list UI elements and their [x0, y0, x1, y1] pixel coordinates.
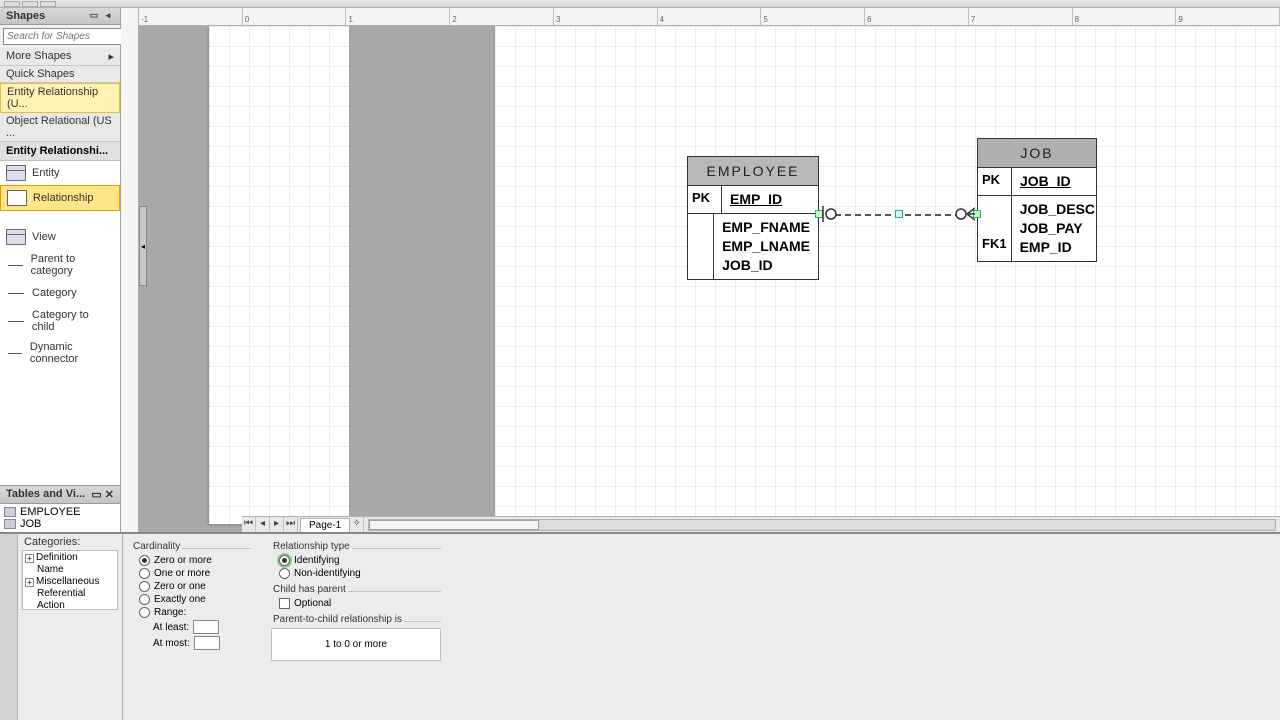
- entity-title: JOB: [978, 139, 1096, 168]
- relationship-summary: 1 to 0 or more: [271, 628, 441, 661]
- pk-label: PK: [688, 186, 722, 213]
- tab-nav-first[interactable]: ⏮: [242, 517, 256, 532]
- qat-button[interactable]: [40, 1, 56, 7]
- relationship-type-group: Relationship type Identifying Non-identi…: [271, 540, 441, 579]
- title-bar: [0, 0, 1280, 8]
- table-row[interactable]: EMPLOYEE: [4, 506, 116, 518]
- page-tab[interactable]: Page-1: [300, 518, 350, 532]
- qat-button[interactable]: [4, 1, 20, 7]
- child-parent-group: Child has parent Optional: [271, 583, 441, 609]
- tables-title: Tables and Vi...: [6, 488, 85, 501]
- tables-list: EMPLOYEE JOB: [0, 504, 120, 532]
- properties-panel: Categories: +Definition Name +Miscellane…: [0, 532, 1280, 720]
- category-icon: [6, 285, 26, 301]
- shape-entity[interactable]: Entity: [0, 161, 120, 185]
- quick-shapes-link[interactable]: Quick Shapes: [0, 66, 120, 83]
- tree-toggle-icon[interactable]: +: [25, 554, 34, 563]
- radio-one-or-more[interactable]: One or more: [139, 568, 251, 579]
- cardinality-many-icon: [955, 206, 975, 222]
- attr: JOB_DESC: [1020, 200, 1095, 219]
- relationship-icon: [7, 190, 27, 206]
- radio-range[interactable]: Range:: [139, 607, 251, 618]
- stencil-er[interactable]: Entity Relationship (U...: [0, 83, 120, 113]
- vertical-ruler: [121, 8, 139, 532]
- tab-nav-prev[interactable]: ◂: [256, 517, 270, 532]
- pk-attr: EMP_ID: [730, 191, 782, 207]
- tree-toggle-icon[interactable]: +: [25, 578, 34, 587]
- connector-icon: [6, 313, 26, 329]
- chevron-right-icon: ▸: [108, 50, 114, 63]
- radio-non-identifying[interactable]: Non-identifying: [279, 568, 441, 579]
- shape-dynamic-connector[interactable]: Dynamic connector: [0, 337, 120, 369]
- categories-label: Categories:: [22, 536, 118, 550]
- chevron-left-icon[interactable]: ◂: [102, 10, 114, 22]
- shape-parent-category[interactable]: Parent to category: [0, 249, 120, 281]
- cardinality-one-icon: [821, 206, 837, 222]
- shape-relationship[interactable]: Relationship: [0, 185, 120, 211]
- connector-icon: [6, 257, 25, 273]
- panel-toggle[interactable]: [0, 534, 18, 720]
- table-icon: [4, 507, 16, 517]
- splitter-handle[interactable]: ◂: [139, 206, 147, 286]
- attr: EMP_ID: [1020, 238, 1095, 257]
- radio-zero-or-one[interactable]: Zero or one: [139, 581, 251, 592]
- stencil-active-title: Entity Relationshi...: [0, 142, 120, 161]
- tab-nav-next[interactable]: ▸: [270, 517, 284, 532]
- close-icon[interactable]: ✕: [105, 489, 114, 501]
- attr: EMP_LNAME: [722, 237, 810, 256]
- tables-pane-header: Tables and Vi... ▭ ✕: [0, 485, 120, 504]
- entity-title: EMPLOYEE: [688, 157, 818, 186]
- shape-category-child[interactable]: Category to child: [0, 305, 120, 337]
- shape-category[interactable]: Category: [0, 281, 120, 305]
- entity-icon: [6, 165, 26, 181]
- stencil-or[interactable]: Object Relational (US ...: [0, 113, 120, 142]
- pk-attr: JOB_ID: [1020, 173, 1071, 189]
- radio-identifying[interactable]: Identifying: [279, 555, 441, 566]
- shapes-pane-header: Shapes ▭ ◂: [0, 8, 120, 25]
- pane-dock-icon[interactable]: ▭: [88, 10, 100, 22]
- fk-label: FK1: [978, 196, 1012, 261]
- check-optional[interactable]: Optional: [279, 598, 441, 609]
- new-page-tab[interactable]: ✧: [350, 517, 364, 532]
- more-shapes-link[interactable]: More Shapes ▸: [0, 48, 120, 66]
- view-icon: [6, 229, 26, 245]
- qat-button[interactable]: [22, 1, 38, 7]
- entity-employee[interactable]: EMPLOYEE PK EMP_ID EMP_FNAME EMP_LNAME J…: [687, 156, 819, 280]
- at-least-input[interactable]: [193, 620, 219, 634]
- at-most-input[interactable]: [194, 636, 220, 650]
- shapes-pane: Shapes ▭ ◂ ▾ 🔍 More Shapes ▸ Quick Shape…: [0, 8, 121, 532]
- hscroll-track[interactable]: [368, 519, 1276, 531]
- shape-view[interactable]: View: [0, 225, 120, 249]
- radio-exactly-one[interactable]: Exactly one: [139, 594, 251, 605]
- pane-dock-icon[interactable]: ▭: [91, 489, 101, 501]
- stencil-body: Entity Relationship View Parent to categ…: [0, 161, 120, 485]
- horizontal-ruler: -1 0 1 2 3 4 5 6 7 8 9: [139, 8, 1280, 26]
- radio-zero-or-more[interactable]: Zero or more: [139, 555, 251, 566]
- canvas-gutter: ◂: [139, 26, 349, 532]
- table-icon: [4, 519, 16, 529]
- parent-child-group: Parent-to-child relationship is 1 to 0 o…: [271, 613, 441, 661]
- pk-label: PK: [978, 168, 1012, 195]
- page-tabs-bar: ⏮ ◂ ▸ ⏭ Page-1 ✧: [242, 516, 1280, 532]
- categories-list[interactable]: +Definition Name +Miscellaneous Referent…: [22, 550, 118, 610]
- table-row[interactable]: JOB: [4, 518, 116, 530]
- connector-icon: [6, 345, 24, 361]
- attr: JOB_PAY: [1020, 219, 1095, 238]
- tab-nav-last[interactable]: ⏭: [284, 517, 298, 532]
- drawing-page[interactable]: EMPLOYEE PK EMP_ID EMP_FNAME EMP_LNAME J…: [495, 26, 1280, 524]
- drawing-canvas[interactable]: -1 0 1 2 3 4 5 6 7 8 9 ◂ EMPLOYEE PK EMP…: [121, 8, 1280, 532]
- attr: JOB_ID: [722, 256, 810, 275]
- midpoint-handle[interactable]: [895, 210, 903, 218]
- attr: EMP_FNAME: [722, 218, 810, 237]
- shapes-title: Shapes: [6, 10, 45, 22]
- hscroll-thumb[interactable]: [369, 520, 539, 530]
- entity-job[interactable]: JOB PK JOB_ID FK1 JOB_DESC JOB_PAY EMP_I…: [977, 138, 1097, 262]
- cardinality-group: Cardinality Zero or more One or more Zer…: [131, 540, 251, 714]
